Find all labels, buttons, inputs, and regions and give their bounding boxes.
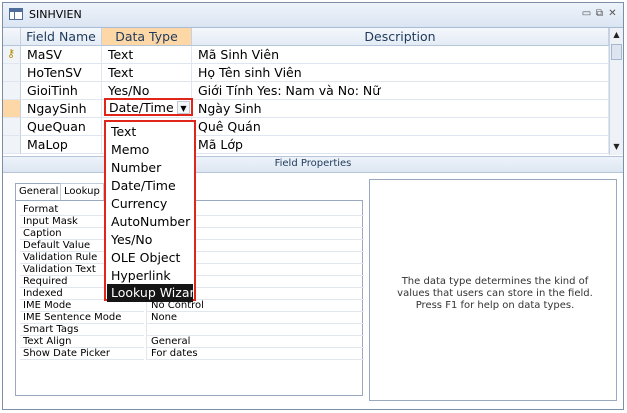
data-type-combo[interactable]: Date/Time ▼ bbox=[104, 98, 193, 116]
dropdown-option-hyperlink[interactable]: Hyperlink bbox=[107, 267, 193, 285]
row-selector[interactable] bbox=[3, 100, 21, 118]
property-row[interactable]: IME Sentence Mode None bbox=[20, 312, 372, 324]
data-type-header: Data Type bbox=[102, 28, 192, 46]
help-pane: The data type determines the kind of val… bbox=[369, 179, 617, 401]
property-row[interactable]: Input Mask0 bbox=[20, 216, 372, 228]
property-value[interactable] bbox=[146, 324, 364, 336]
field-name-cell[interactable]: QueQuan bbox=[21, 118, 102, 136]
close-button[interactable]: ✕ bbox=[607, 8, 618, 19]
property-row[interactable]: Validation Text bbox=[20, 264, 372, 276]
table-row[interactable]: ⚷ MaSV Text Mã Sinh Viên bbox=[3, 46, 609, 64]
title-bar: SINHVIEN ▭ ⧉ ✕ bbox=[3, 3, 623, 28]
description-header: Description bbox=[192, 28, 609, 46]
tab-lookup[interactable]: Lookup bbox=[60, 183, 104, 201]
key-icon: ⚷ bbox=[7, 47, 16, 60]
data-type-dropdown: Text Memo Number Date/Time Currency Auto… bbox=[104, 120, 196, 302]
tab-general[interactable]: General bbox=[15, 183, 63, 201]
restore-button[interactable]: ⧉ bbox=[594, 8, 605, 19]
field-name-cell[interactable]: MaLop bbox=[21, 136, 102, 154]
row-selector[interactable] bbox=[3, 118, 21, 136]
dropdown-option-lookup-wizard[interactable]: Lookup Wizard... bbox=[107, 284, 193, 302]
data-type-cell[interactable]: Text bbox=[102, 64, 192, 82]
property-row[interactable]: Formatyy bbox=[20, 204, 372, 216]
dropdown-option-datetime[interactable]: Date/Time bbox=[107, 177, 193, 195]
chevron-down-icon[interactable]: ▼ bbox=[177, 101, 190, 114]
property-row[interactable]: Default Value96# bbox=[20, 240, 372, 252]
table-row[interactable]: QueQuan Text Quê Quán bbox=[3, 118, 609, 136]
table-row[interactable]: GioiTinh Yes/No Giới Tính Yes: Nam và No… bbox=[3, 82, 609, 100]
table-row[interactable]: HoTenSV Text Họ Tên sinh Viên bbox=[3, 64, 609, 82]
dropdown-option-text[interactable]: Text bbox=[107, 123, 193, 141]
property-value[interactable]: General bbox=[146, 336, 364, 348]
dropdown-option-ole-object[interactable]: OLE Object bbox=[107, 249, 193, 267]
description-cell[interactable]: Quê Quán bbox=[192, 118, 609, 136]
description-cell[interactable]: Ngày Sinh bbox=[192, 100, 609, 118]
property-row[interactable]: Required bbox=[20, 276, 372, 288]
row-selector-header bbox=[3, 28, 21, 46]
help-text: The data type determines the kind of val… bbox=[397, 276, 593, 311]
field-name-cell[interactable]: GioiTinh bbox=[21, 82, 102, 100]
property-row[interactable]: IME Mode No Control bbox=[20, 300, 372, 312]
field-name-cell[interactable]: HoTenSV bbox=[21, 64, 102, 82]
table-icon bbox=[9, 8, 23, 20]
grid-scrollbar[interactable]: ▲ ▼ bbox=[609, 28, 623, 155]
scroll-thumb[interactable] bbox=[611, 44, 622, 60]
field-name-cell[interactable]: NgaySinh bbox=[21, 100, 102, 118]
table-design-window: SINHVIEN ▭ ⧉ ✕ Field Name Data Type Desc… bbox=[2, 2, 624, 410]
field-properties-header: Field Properties bbox=[3, 156, 623, 173]
dropdown-option-memo[interactable]: Memo bbox=[107, 141, 193, 159]
field-name-cell[interactable]: MaSV bbox=[21, 46, 102, 64]
property-value[interactable]: For dates bbox=[146, 348, 364, 360]
property-row[interactable]: Text Align General bbox=[20, 336, 372, 348]
table-row-current[interactable]: NgaySinh Ngày Sinh bbox=[3, 100, 609, 118]
description-cell[interactable]: Mã Sinh Viên bbox=[192, 46, 609, 64]
property-name: Smart Tags bbox=[20, 324, 144, 336]
row-selector[interactable]: ⚷ bbox=[3, 46, 21, 64]
dropdown-option-autonumber[interactable]: AutoNumber bbox=[107, 213, 193, 231]
data-type-value: Date/Time bbox=[109, 100, 174, 115]
row-selector[interactable] bbox=[3, 64, 21, 82]
dropdown-option-number[interactable]: Number bbox=[107, 159, 193, 177]
table-row[interactable]: MaLop Text Mã Lớp bbox=[3, 136, 609, 154]
dropdown-option-currency[interactable]: Currency bbox=[107, 195, 193, 213]
field-grid: Field Name Data Type Description ⚷ MaSV … bbox=[3, 28, 609, 155]
row-selector[interactable] bbox=[3, 82, 21, 100]
property-row[interactable]: Smart Tags bbox=[20, 324, 372, 336]
property-row[interactable]: Caption bbox=[20, 228, 372, 240]
scroll-down-icon[interactable]: ▼ bbox=[611, 140, 622, 154]
row-selector[interactable] bbox=[3, 136, 21, 154]
window-title: SINHVIEN bbox=[29, 8, 82, 21]
data-type-cell[interactable]: Text bbox=[102, 46, 192, 64]
property-name: IME Sentence Mode bbox=[20, 312, 144, 324]
field-name-header: Field Name bbox=[21, 28, 102, 46]
dropdown-option-yesno[interactable]: Yes/No bbox=[107, 231, 193, 249]
description-cell[interactable]: Giới Tính Yes: Nam và No: Nữ bbox=[192, 82, 609, 100]
property-name: Text Align bbox=[20, 336, 144, 348]
property-row[interactable]: IndexedNo bbox=[20, 288, 372, 300]
property-row[interactable]: Show Date Picker For dates bbox=[20, 348, 372, 360]
minimize-button[interactable]: ▭ bbox=[581, 8, 592, 19]
description-cell[interactable]: Họ Tên sinh Viên bbox=[192, 64, 609, 82]
property-name: Show Date Picker bbox=[20, 348, 144, 360]
description-cell[interactable]: Mã Lớp bbox=[192, 136, 609, 154]
property-value[interactable]: None bbox=[146, 312, 364, 324]
property-row[interactable]: Validation Rule bbox=[20, 252, 372, 264]
scroll-up-icon[interactable]: ▲ bbox=[611, 28, 622, 42]
